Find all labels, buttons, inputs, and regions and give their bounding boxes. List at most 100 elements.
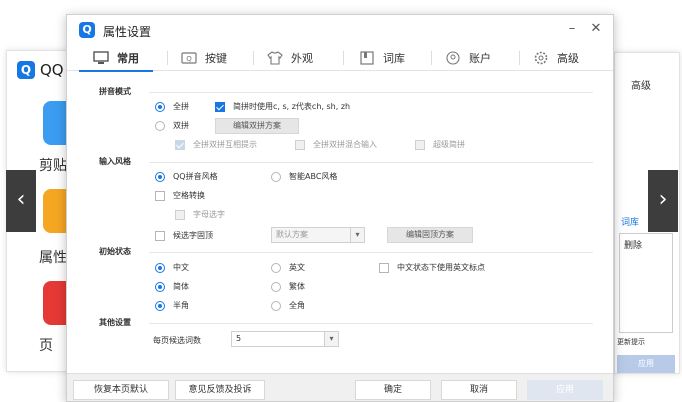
background-update-hint: 更新提示	[617, 338, 645, 346]
title-bar: Q 属性设置 – ✕	[67, 15, 613, 45]
tab-divider	[519, 51, 520, 65]
tab-account[interactable]: 账户	[445, 45, 491, 71]
minimize-button[interactable]: –	[563, 20, 581, 38]
option-label: 英文	[289, 263, 305, 272]
background-app-label: 剪贴	[39, 158, 67, 174]
option-sp-mixed-input[interactable]: 全拼双拼混合输入	[295, 139, 377, 150]
checkbox-sp-mutual-hint[interactable]	[175, 139, 185, 150]
qq-pinyin-logo-icon: Q	[79, 22, 95, 38]
edit-shuangpin-button[interactable]: 编辑双拼方案	[215, 118, 299, 134]
option-full-pinyin[interactable]: 全拼	[155, 101, 189, 112]
tab-appearance[interactable]: 外观	[267, 45, 313, 71]
background-app-label: 属性	[39, 250, 67, 266]
option-super-jianpin[interactable]: 超级简拼	[415, 139, 465, 150]
section-initial-state: 初始状态	[99, 247, 131, 256]
gear-icon	[533, 51, 549, 65]
radio-shuangpin[interactable]	[155, 120, 165, 131]
section-pinyin-mode: 拼音模式	[99, 87, 131, 96]
option-label: 全拼双拼混合输入	[313, 140, 377, 149]
background-tab-advanced: 高级	[631, 81, 651, 92]
tab-label: 外观	[291, 52, 313, 65]
radio-traditional[interactable]	[271, 281, 281, 292]
feedback-button[interactable]: 意见反馈及投诉	[175, 380, 265, 400]
checkbox-candidate-pin[interactable]	[155, 230, 165, 241]
settings-panel: 拼音模式 全拼 简拼时使用c, s, z代表ch, sh, zh 双拼 编辑双拼…	[67, 72, 613, 372]
option-half-width[interactable]: 半角	[155, 300, 189, 311]
tab-label: 常用	[117, 52, 139, 65]
option-label: 中文	[173, 263, 189, 272]
option-simplified[interactable]: 简体	[155, 281, 189, 292]
checkbox-letter-select[interactable]	[175, 209, 185, 220]
chevron-down-icon: ▾	[350, 228, 364, 242]
tab-general[interactable]: 常用	[79, 45, 153, 72]
radio-full-pinyin[interactable]	[155, 101, 165, 112]
ok-button[interactable]: 确定	[355, 380, 431, 400]
section-divider	[149, 252, 593, 253]
tab-keys[interactable]: Q 按键	[181, 45, 227, 71]
checkbox-jianpin-czs[interactable]	[215, 101, 225, 112]
per-page-select[interactable]: 5 ▾	[231, 331, 339, 347]
option-label: 简体	[173, 282, 189, 291]
option-label: 全角	[289, 301, 305, 310]
background-app-label: 页	[39, 338, 53, 354]
book-icon	[359, 51, 375, 65]
next-arrow-icon[interactable]: ›	[648, 170, 678, 232]
option-chinese[interactable]: 中文	[155, 262, 189, 273]
background-link-lexicon: 词库	[621, 218, 640, 228]
radio-full-width[interactable]	[271, 300, 281, 311]
dialog-footer: 恢复本页默认 意见反馈及投诉 确定 取消 应用	[67, 373, 613, 401]
option-label: 空格转换	[173, 191, 205, 200]
option-label: QQ拼音风格	[173, 172, 218, 181]
radio-english[interactable]	[271, 262, 281, 273]
section-other: 其他设置	[99, 318, 131, 327]
option-label: 字母选字	[193, 210, 225, 219]
monitor-icon	[93, 51, 109, 65]
edit-pin-scheme-button[interactable]: 编辑固顶方案	[387, 227, 473, 243]
option-label: 每页候选词数	[153, 336, 201, 345]
option-space-convert[interactable]: 空格转换	[155, 190, 205, 201]
section-divider	[149, 323, 593, 324]
tshirt-icon	[267, 51, 283, 65]
option-label: 全拼	[173, 102, 189, 111]
select-value: 默认方案	[276, 230, 308, 239]
qq-logo-icon: Q	[17, 61, 35, 79]
section-divider	[149, 162, 593, 163]
option-qq-style[interactable]: QQ拼音风格	[155, 171, 218, 182]
cancel-button[interactable]: 取消	[441, 380, 517, 400]
radio-half-width[interactable]	[155, 300, 165, 311]
radio-abc-style[interactable]	[271, 171, 281, 182]
apply-button[interactable]: 应用	[527, 380, 603, 400]
option-candidate-pin[interactable]: 候选字固顶	[155, 230, 213, 241]
option-full-width[interactable]: 全角	[271, 300, 305, 311]
option-label: 智能ABC风格	[289, 172, 338, 181]
checkbox-cn-en-punct[interactable]	[379, 262, 389, 273]
restore-defaults-button[interactable]: 恢复本页默认	[73, 380, 169, 400]
option-label: 候选字固顶	[173, 231, 213, 240]
option-letter-select[interactable]: 字母选字	[175, 209, 225, 220]
option-traditional[interactable]: 繁体	[271, 281, 305, 292]
option-english[interactable]: 英文	[271, 262, 305, 273]
prev-arrow-icon[interactable]: ‹	[6, 170, 36, 232]
option-label: 繁体	[289, 282, 305, 291]
option-jianpin-czs[interactable]: 简拼时使用c, s, z代表ch, sh, zh	[215, 101, 350, 112]
checkbox-space-convert[interactable]	[155, 190, 165, 201]
radio-qq-style[interactable]	[155, 171, 165, 182]
option-sp-mutual-hint[interactable]: 全拼双拼互相提示	[175, 139, 257, 150]
tab-advanced[interactable]: 高级	[533, 45, 579, 71]
option-shuangpin[interactable]: 双拼	[155, 120, 189, 131]
pin-scheme-select[interactable]: 默认方案 ▾	[271, 227, 365, 243]
radio-simplified[interactable]	[155, 281, 165, 292]
tab-lexicon[interactable]: 词库	[359, 45, 405, 71]
option-label: 超级简拼	[433, 140, 465, 149]
checkbox-sp-mixed-input[interactable]	[295, 139, 305, 150]
select-value: 5	[236, 334, 242, 343]
background-list-item: 删除	[624, 241, 643, 251]
radio-chinese[interactable]	[155, 262, 165, 273]
tab-divider	[431, 51, 432, 65]
close-button[interactable]: ✕	[587, 20, 605, 38]
option-cn-en-punct[interactable]: 中文状态下使用英文标点	[379, 262, 485, 273]
checkbox-super-jianpin[interactable]	[415, 139, 425, 150]
option-abc-style[interactable]: 智能ABC风格	[271, 171, 337, 182]
tab-divider	[253, 51, 254, 65]
tab-divider	[343, 51, 344, 65]
